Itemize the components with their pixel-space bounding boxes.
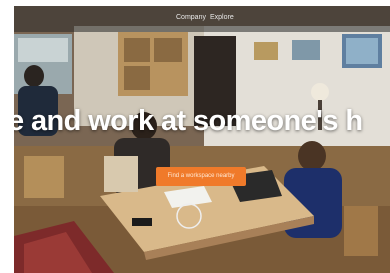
page: Company Explore e and work at someone's … xyxy=(0,0,390,273)
find-workspace-button[interactable]: Find a workspace nearby xyxy=(156,167,246,186)
nav-link-company[interactable]: Company xyxy=(176,14,206,21)
hero-photo xyxy=(14,6,390,273)
nav-link-explore[interactable]: Explore xyxy=(210,14,234,21)
hero-headline: e and work at someone's h xyxy=(14,105,363,137)
hero-section: Company Explore e and work at someone's … xyxy=(14,6,390,273)
top-navigation-bar: Company Explore xyxy=(14,6,390,32)
